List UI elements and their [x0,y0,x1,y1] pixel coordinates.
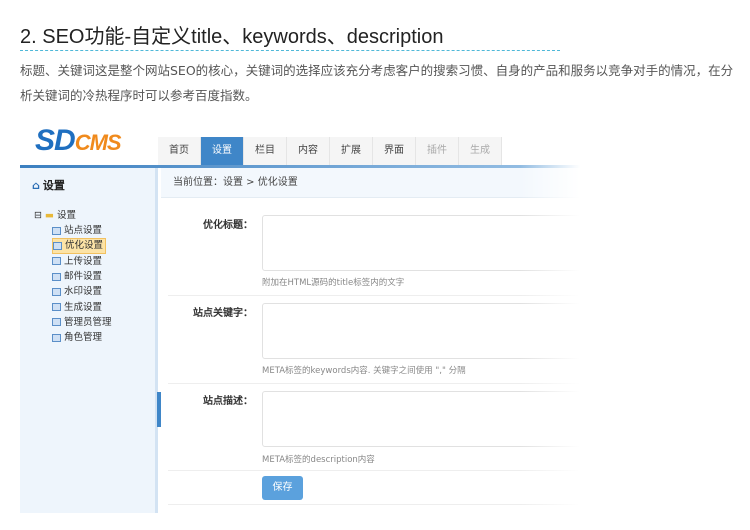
seo-title-hint: 附加在HTML源码的title标签内的文字 [262,278,405,288]
keywords-label: 站点关键字： [193,308,253,319]
breadcrumb: 当前位置：设置 > 优化设置 [161,168,580,198]
sidebar-title: ⌂ 设置 [32,179,65,192]
divider [168,470,580,471]
edge-fade [520,118,580,513]
tree-item-generate[interactable]: 生成设置 [52,299,112,314]
save-button[interactable]: 保存 [262,476,303,500]
divider [168,504,580,505]
section-heading: 2. SEO功能-自定义title、keywords、description [20,26,444,48]
tab-settings[interactable]: 设置 [201,137,244,165]
page-icon [53,241,62,250]
page-icon [52,226,61,235]
page-icon [52,318,61,327]
tree-item-watermark[interactable]: 水印设置 [52,284,112,299]
description-hint: META标签的description内容 [262,455,375,465]
tree-item-upload[interactable]: 上传设置 [52,254,112,269]
tab-interface[interactable]: 界面 [373,137,416,165]
sdcms-logo: SDCMS [35,124,122,157]
folder-icon: ▬ [45,210,54,221]
description-paragraph: 标题、关键词这是整个网站SEO的核心，关键词的选择应该充分考虑客户的搜索习惯、自… [20,63,734,103]
tab-home[interactable]: 首页 [158,137,201,165]
tree-item-admins[interactable]: 管理员管理 [52,315,112,330]
heading-divider [20,50,560,51]
tree-item-roles[interactable]: 角色管理 [52,330,112,345]
tree-item-seo[interactable]: 优化设置 [52,238,106,254]
cms-screenshot: SDCMS 首页 设置 栏目 内容 扩展 界面 插件 生成 ⌂ 设置 ⊟ ▬ 设置… [20,118,580,513]
tab-plugins[interactable]: 插件 [416,137,459,165]
collapse-icon[interactable]: ⊟ [34,210,42,221]
home-icon: ⌂ [32,179,40,192]
tab-content[interactable]: 内容 [287,137,330,165]
page-icon [52,333,61,342]
page-icon [52,257,61,266]
tree-item-mail[interactable]: 邮件设置 [52,269,112,284]
sidebar: ⌂ 设置 ⊟ ▬ 设置 站点设置 优化设置 上传设置 邮件设置 水印设置 生成设置… [20,168,158,513]
divider [168,383,580,384]
page-icon [52,287,61,296]
tab-generate[interactable]: 生成 [459,137,502,165]
keywords-hint: META标签的keywords内容. 关键字之间使用 "," 分隔 [262,366,466,376]
top-nav: 首页 设置 栏目 内容 扩展 界面 插件 生成 [158,137,502,165]
page-icon [52,272,61,281]
tree-root[interactable]: ⊟ ▬ 设置 [34,208,112,223]
tab-columns[interactable]: 栏目 [244,137,287,165]
settings-tree: ⊟ ▬ 设置 站点设置 优化设置 上传设置 邮件设置 水印设置 生成设置 管理员… [34,208,112,345]
divider [168,295,580,296]
seo-title-label: 优化标题： [203,220,253,231]
page-icon [52,303,61,312]
description-label: 站点描述： [203,396,253,407]
tab-extend[interactable]: 扩展 [330,137,373,165]
tree-item-site[interactable]: 站点设置 [52,223,112,238]
